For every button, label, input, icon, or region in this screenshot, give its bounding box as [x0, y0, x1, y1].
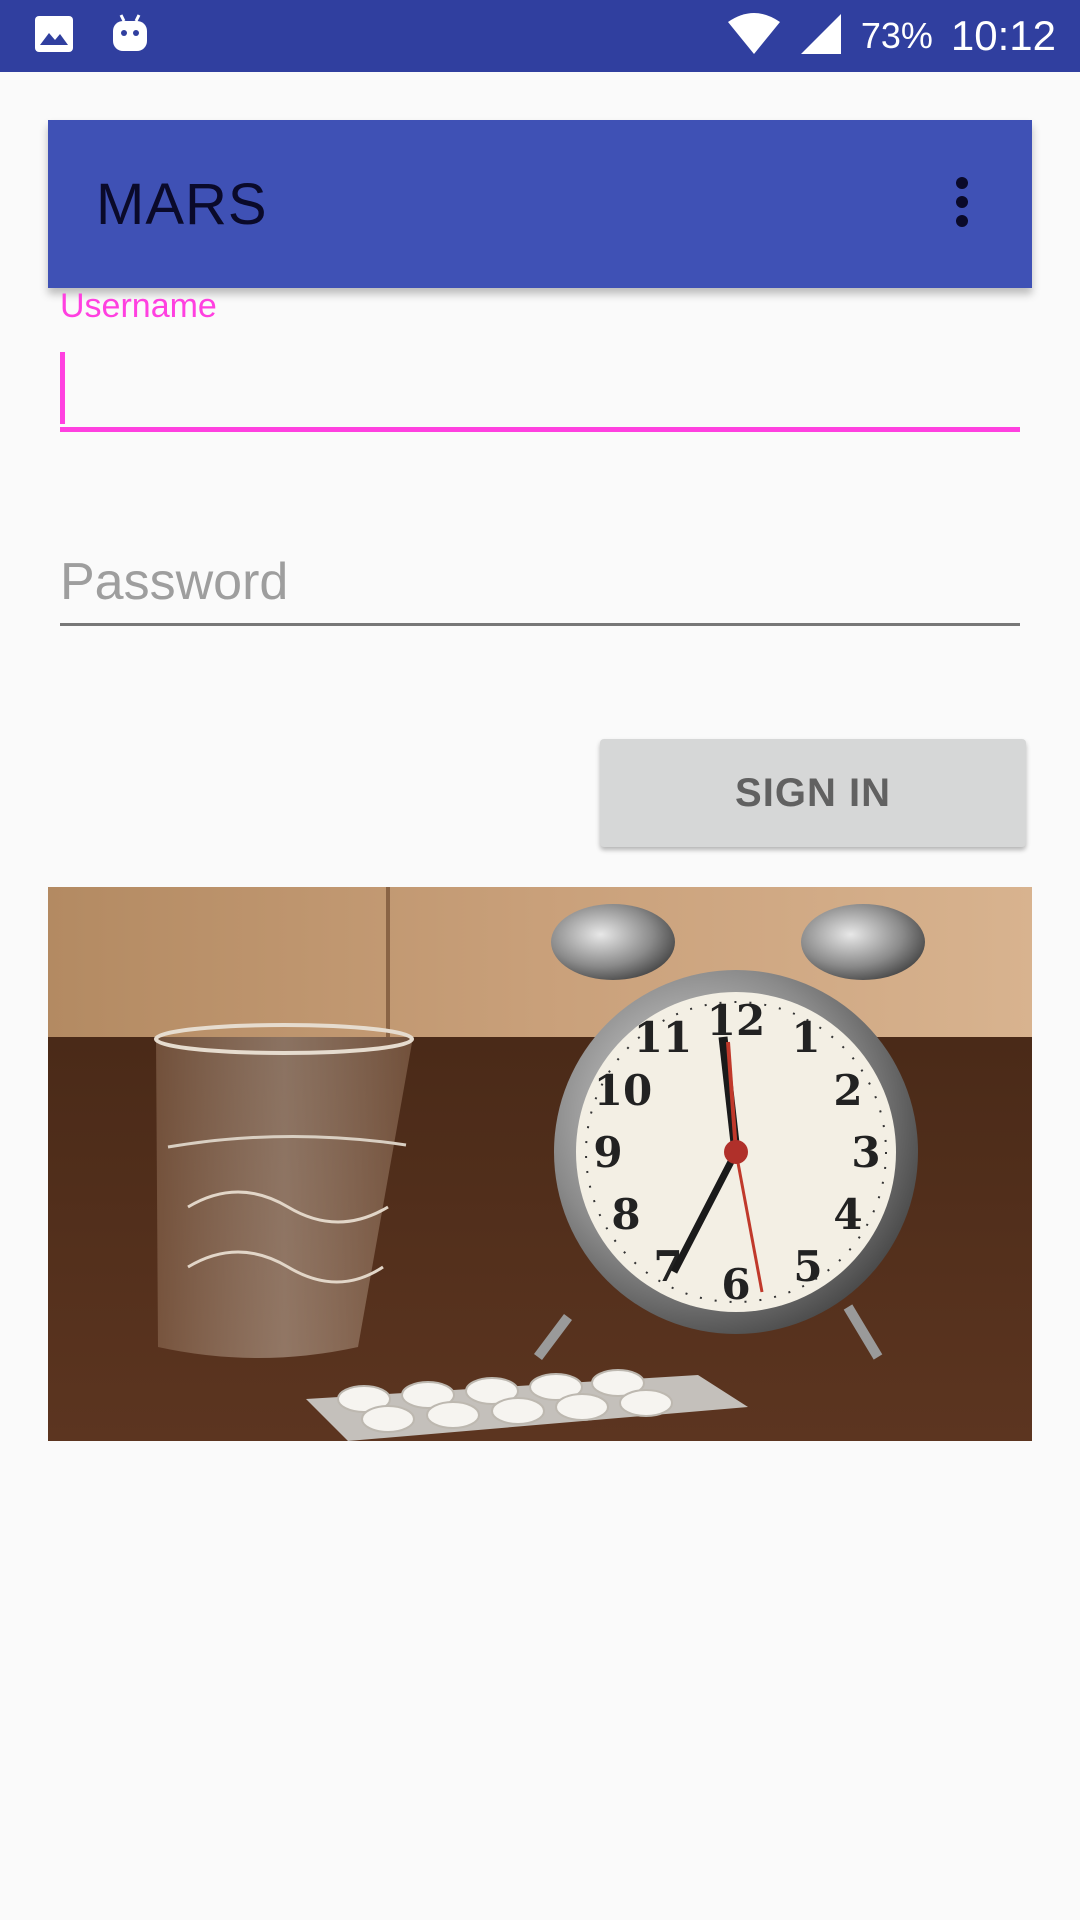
- alarm-clock-photo: 12 1 2 3 4 5 6 7 8 9 10 11: [48, 887, 1032, 1441]
- text-cursor: [60, 352, 65, 424]
- overflow-menu-button[interactable]: [932, 164, 992, 244]
- svg-text:6: 6: [721, 1260, 750, 1309]
- username-field[interactable]: [60, 348, 1020, 432]
- svg-text:10: 10: [594, 1066, 652, 1115]
- status-left: [34, 13, 148, 59]
- username-label: Username: [60, 287, 217, 325]
- gallery-icon: [34, 15, 74, 57]
- svg-text:5: 5: [793, 1242, 822, 1291]
- battery-percent: 73%: [860, 15, 933, 56]
- android-icon: [112, 13, 148, 59]
- svg-text:9: 9: [593, 1128, 622, 1177]
- svg-text:8: 8: [611, 1190, 640, 1239]
- password-input[interactable]: [60, 540, 1020, 623]
- svg-text:2: 2: [833, 1066, 862, 1115]
- app-title: MARS: [96, 171, 268, 237]
- sign-in-button[interactable]: SIGN IN: [600, 739, 1026, 847]
- svg-text:12: 12: [707, 996, 765, 1045]
- svg-text:4: 4: [833, 1190, 862, 1239]
- username-input[interactable]: [60, 348, 1020, 427]
- more-vert-icon: [954, 176, 970, 232]
- status-bar: 73% 10:12: [0, 0, 1080, 72]
- clock-time: 10:12: [950, 12, 1056, 59]
- app-bar: MARS: [48, 120, 1032, 288]
- cell-signal-icon: [799, 12, 843, 60]
- svg-text:1: 1: [791, 1013, 820, 1062]
- password-field[interactable]: [60, 540, 1020, 626]
- svg-text:11: 11: [634, 1013, 692, 1062]
- wifi-icon: [727, 12, 781, 60]
- svg-text:3: 3: [851, 1128, 880, 1177]
- status-right: 73% 10:12: [727, 12, 1056, 60]
